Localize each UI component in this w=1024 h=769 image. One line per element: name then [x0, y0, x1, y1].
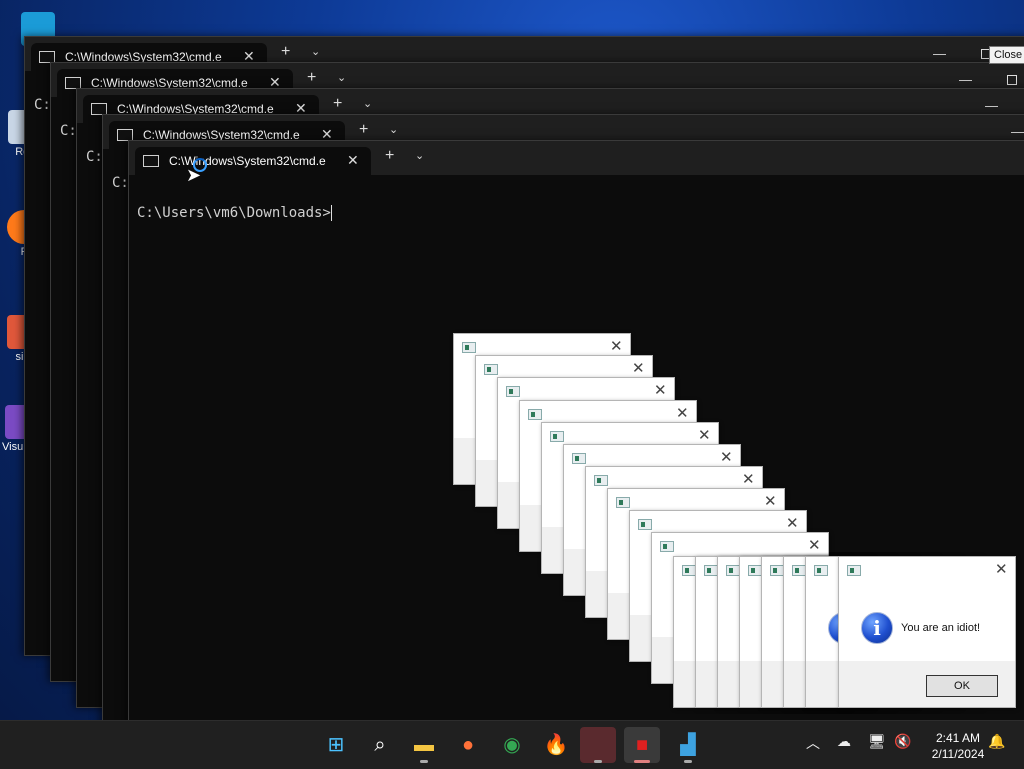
- dialog-message: You are an idiot!: [901, 622, 981, 634]
- close-icon[interactable]: ✕: [698, 426, 711, 444]
- close-icon[interactable]: ✕: [742, 470, 755, 488]
- minimize-icon[interactable]: —: [933, 46, 946, 61]
- new-tab-icon[interactable]: +: [385, 148, 394, 164]
- app-icon: [726, 565, 740, 576]
- chevron-down-icon[interactable]: ⌄: [337, 71, 346, 84]
- taskbar-button[interactable]: 🔥: [538, 727, 574, 763]
- chevron-down-icon[interactable]: ⌄: [363, 97, 372, 110]
- new-tab-icon[interactable]: +: [333, 96, 342, 112]
- app-icon: [528, 409, 542, 420]
- close-icon[interactable]: ✕: [632, 359, 645, 377]
- minimize-icon[interactable]: —: [1011, 124, 1024, 139]
- prompt-text: C:: [112, 175, 129, 191]
- taskbar-button[interactable]: ▬: [406, 727, 442, 763]
- app-icon: [506, 386, 520, 397]
- app-icon: [462, 342, 476, 353]
- taskbar-button[interactable]: ⌕: [362, 727, 398, 763]
- paint-app-icon: ■: [635, 734, 649, 756]
- prompt-text: C:\Users\vm6\Downloads>: [137, 205, 331, 221]
- fire-app-icon: 🔥: [543, 734, 569, 756]
- info-icon: i: [861, 612, 893, 644]
- busy-indicator-icon: [193, 158, 207, 172]
- ok-button[interactable]: OK: [926, 675, 998, 697]
- app-icon: [748, 565, 762, 576]
- close-icon[interactable]: ✕: [786, 514, 799, 532]
- app-icon: [594, 475, 608, 486]
- app-icon: [550, 431, 564, 442]
- clock-date: 2/11/2024: [931, 747, 985, 761]
- chrome-icon: ◉: [503, 734, 521, 756]
- start-icon: ⊞: [327, 734, 345, 756]
- network-icon[interactable]: 🖥: [868, 733, 886, 750]
- maximize-icon[interactable]: [1007, 75, 1017, 85]
- app-icon: [638, 519, 652, 530]
- close-icon[interactable]: ✕: [995, 560, 1008, 578]
- close-icon[interactable]: ✕: [610, 337, 623, 355]
- taskbar-button[interactable]: ●: [450, 727, 486, 763]
- monitor-app-icon: ▟: [680, 734, 696, 756]
- app-icon: [704, 565, 718, 576]
- taskbar-button[interactable]: [580, 727, 616, 763]
- app-icon: [484, 364, 498, 375]
- running-indicator: [684, 760, 692, 763]
- clock[interactable]: 2:41 AM 2/11/2024: [920, 730, 996, 762]
- prompt-text: C:: [86, 149, 103, 165]
- minimize-icon[interactable]: —: [959, 72, 972, 87]
- minimize-icon[interactable]: —: [985, 98, 998, 113]
- taskbar-button[interactable]: ■: [624, 727, 660, 763]
- taskbar: ⊞ ⌕ ▬ ● ◉ 🔥 ■ ▟ ︿ ☁ 🖥 🔇 2:41 AM 2/11/2024 🔔: [0, 720, 1024, 769]
- running-indicator: [594, 760, 602, 763]
- new-tab-icon[interactable]: +: [281, 44, 290, 60]
- close-icon[interactable]: ✕: [676, 404, 689, 422]
- chevron-down-icon[interactable]: ⌄: [389, 123, 398, 136]
- app-icon: [682, 565, 696, 576]
- running-indicator: [634, 760, 650, 763]
- search-icon: ⌕: [374, 734, 386, 756]
- cloud-icon[interactable]: ☁: [837, 733, 851, 750]
- notification-bell-icon[interactable]: 🔔: [988, 733, 1005, 750]
- terminal-titlebar[interactable]: C:\Windows\System32\cmd.e ✕ + ⌄: [129, 141, 1024, 175]
- chevron-up-icon[interactable]: ︿: [806, 733, 820, 753]
- prompt-text: C:: [60, 123, 77, 139]
- chevron-down-icon[interactable]: ⌄: [415, 149, 424, 162]
- app-window-icon: [580, 727, 616, 763]
- close-icon[interactable]: ✕: [720, 448, 733, 466]
- volume-muted-icon[interactable]: 🔇: [894, 733, 911, 750]
- close-tooltip: Close: [989, 46, 1024, 64]
- text-cursor: [330, 205, 332, 221]
- app-icon: [572, 453, 586, 464]
- command-prompt[interactable]: C:\Users\vm6\Downloads>: [137, 205, 332, 221]
- app-icon: [792, 565, 806, 576]
- taskbar-button[interactable]: ⊞: [318, 727, 354, 763]
- chevron-down-icon[interactable]: ⌄: [311, 45, 320, 58]
- clock-time: 2:41 AM: [935, 731, 981, 745]
- message-box-active[interactable]: ✕ i You are an idiot! OK: [838, 556, 1016, 708]
- close-icon[interactable]: ✕: [654, 381, 667, 399]
- taskbar-button[interactable]: ◉: [494, 727, 530, 763]
- close-icon[interactable]: ✕: [808, 536, 821, 554]
- new-tab-icon[interactable]: +: [307, 70, 316, 86]
- app-icon: [660, 541, 674, 552]
- terminal-tab[interactable]: C:\Windows\System32\cmd.e ✕: [135, 147, 371, 175]
- app-icon: [770, 565, 784, 576]
- app-icon: [847, 565, 861, 576]
- taskbar-button[interactable]: ▟: [670, 727, 706, 763]
- running-indicator: [420, 760, 428, 763]
- cmd-icon: [143, 155, 159, 167]
- tab-close-icon[interactable]: ✕: [347, 152, 359, 169]
- file-explorer-icon: ▬: [414, 734, 434, 756]
- app-icon: [616, 497, 630, 508]
- firefox-icon: ●: [461, 734, 475, 756]
- new-tab-icon[interactable]: +: [359, 122, 368, 138]
- close-icon[interactable]: ✕: [764, 492, 777, 510]
- prompt-text: C:: [34, 97, 51, 113]
- app-icon: [814, 565, 828, 576]
